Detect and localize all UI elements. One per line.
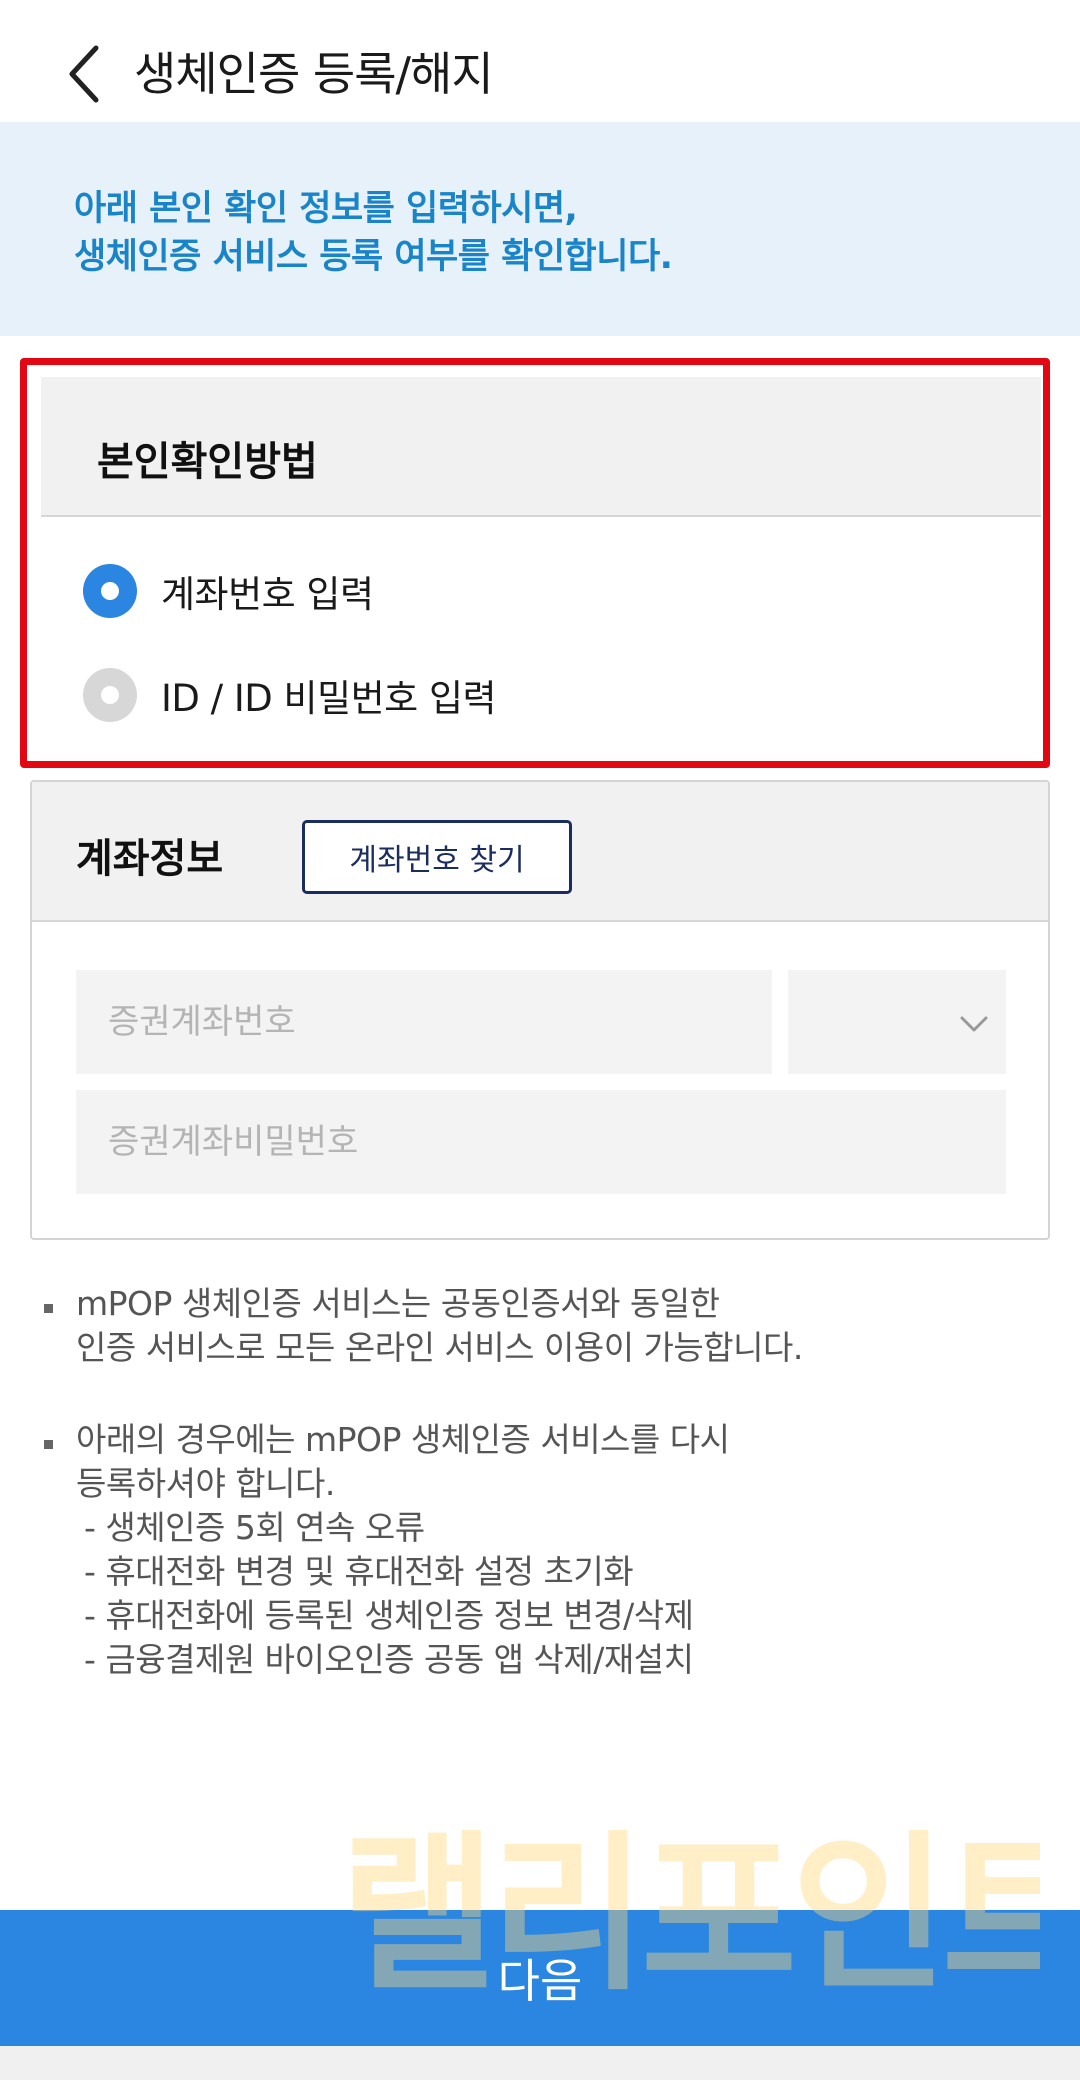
- info-notes: mPOP 생체인증 서비스는 공동인증서와 동일한 인증 서비스로 모든 온라인…: [40, 1282, 1040, 1682]
- bottom-strip: [0, 2046, 1080, 2080]
- back-button[interactable]: [58, 42, 108, 106]
- account-info-title: 계좌정보: [76, 836, 224, 882]
- page-title: 생체인증 등록/해지: [134, 47, 494, 101]
- note-sub-item: - 휴대전화에 등록된 생체인증 정보 변경/삭제: [84, 1596, 694, 1635]
- radio-option-id-password[interactable]: ID / ID 비밀번호 입력: [83, 665, 983, 725]
- radio-label-id-password: ID / ID 비밀번호 입력: [161, 677, 497, 720]
- radio-option-account-number[interactable]: 계좌번호 입력: [83, 561, 983, 621]
- note-text: 아래의 경우에는 mPOP 생체인증 서비스를 다시: [76, 1420, 730, 1459]
- app-header: 생체인증 등록/해지: [0, 0, 1080, 122]
- account-password-input[interactable]: [76, 1090, 1006, 1194]
- account-info-section: 계좌정보 계좌번호 찾기: [30, 780, 1050, 1240]
- note-sub-item: - 금융결제원 바이오인증 공동 앱 삭제/재설치: [84, 1640, 694, 1679]
- next-button[interactable]: 다음: [0, 1910, 1080, 2046]
- chevron-left-icon: [69, 45, 99, 103]
- note-item: mPOP 생체인증 서비스는 공동인증서와 동일한 인증 서비스로 모든 온라인…: [40, 1282, 1040, 1370]
- note-sub-item: - 생체인증 5회 연속 오류: [84, 1508, 425, 1547]
- account-number-input[interactable]: [76, 970, 772, 1074]
- bullet-icon: [44, 1440, 53, 1449]
- identity-method-title: 본인확인방법: [97, 439, 318, 485]
- radio-label-account-number: 계좌번호 입력: [161, 573, 374, 616]
- notice-text-line-2: 생체인증 서비스 등록 여부를 확인합니다.: [74, 237, 673, 277]
- radio-selected-icon: [83, 564, 137, 618]
- account-info-header: 계좌정보 계좌번호 찾기: [32, 782, 1048, 922]
- notice-text-line-1: 아래 본인 확인 정보를 입력하시면,: [74, 189, 578, 229]
- bullet-icon: [44, 1304, 53, 1313]
- note-text: 등록하셔야 합니다.: [76, 1464, 335, 1503]
- note-sub-item: - 휴대전화 변경 및 휴대전화 설정 초기화: [84, 1552, 634, 1591]
- radio-unselected-icon: [83, 668, 137, 722]
- find-account-number-button[interactable]: 계좌번호 찾기: [302, 820, 572, 894]
- note-item: 아래의 경우에는 mPOP 생체인증 서비스를 다시 등록하셔야 합니다. - …: [40, 1418, 1040, 1682]
- identity-method-section: 본인확인방법 계좌번호 입력 ID / ID 비밀번호 입력: [20, 358, 1050, 768]
- account-type-select[interactable]: [788, 970, 1006, 1074]
- note-text: 인증 서비스로 모든 온라인 서비스 이용이 가능합니다.: [76, 1328, 803, 1367]
- biometric-registration-screen: 생체인증 등록/해지 아래 본인 확인 정보를 입력하시면, 생체인증 서비스 …: [0, 0, 1080, 2080]
- chevron-down-icon: [960, 1016, 988, 1032]
- note-text: mPOP 생체인증 서비스는 공동인증서와 동일한: [76, 1284, 720, 1323]
- identity-method-header: 본인확인방법: [41, 377, 1041, 517]
